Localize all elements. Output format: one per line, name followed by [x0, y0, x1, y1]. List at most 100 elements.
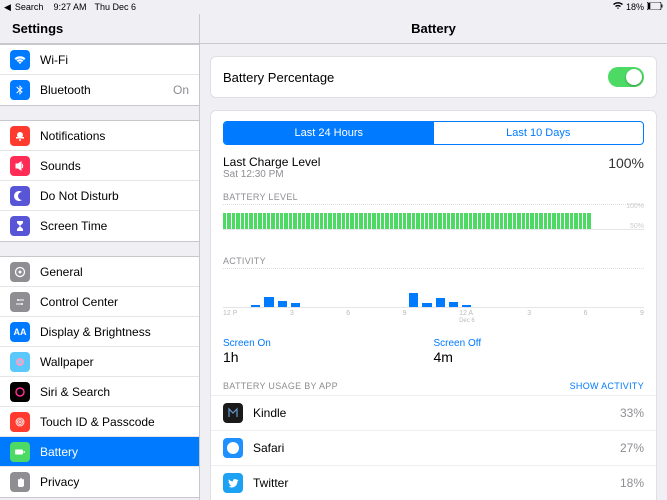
- sidebar-item-dnd[interactable]: Do Not Disturb: [0, 181, 199, 211]
- activity-bar: [291, 303, 300, 307]
- app-usage-row[interactable]: Safari27%: [211, 430, 656, 465]
- battery-level-bar: [236, 213, 239, 229]
- privacy-icon: [10, 472, 30, 492]
- battery-level-bar: [284, 213, 287, 229]
- screen-off-value: 4m: [434, 349, 645, 365]
- settings-sidebar: Settings Wi-Fi BluetoothOn Notifications So…: [0, 14, 200, 500]
- sidebar-item-siri[interactable]: Siri & Search: [0, 377, 199, 407]
- activity-bar: [409, 293, 418, 307]
- sidebar-item-label: Sounds: [40, 159, 189, 173]
- notifications-icon: [10, 126, 30, 146]
- show-activity-button[interactable]: SHOW ACTIVITY: [570, 381, 644, 391]
- battery-level-bar: [473, 213, 476, 229]
- activity-axis-tick: 3: [290, 310, 294, 324]
- battery-level-bar: [232, 213, 235, 229]
- app-pct: 33%: [620, 406, 644, 420]
- general-icon: [10, 262, 30, 282]
- battery-level-bar: [381, 213, 384, 229]
- battery-level-bar: [346, 213, 349, 229]
- battery-percentage-card: Battery Percentage: [210, 56, 657, 98]
- battery-level-bar: [535, 213, 538, 229]
- sidebar-title: Settings: [0, 14, 199, 44]
- sidebar-item-label: Screen Time: [40, 219, 189, 233]
- battery-level-bar: [359, 213, 362, 229]
- app-usage-row[interactable]: Twitter18%: [211, 465, 656, 500]
- battery-level-bar: [570, 213, 573, 229]
- battery-percentage-toggle[interactable]: [608, 67, 644, 87]
- app-icon: [223, 473, 243, 493]
- battery-level-chart[interactable]: 100%50%: [223, 204, 644, 248]
- battery-level-bar: [350, 213, 353, 229]
- battery-level-bar: [372, 213, 375, 229]
- screen-on-label: Screen On: [223, 338, 434, 349]
- battery-level-bar: [355, 213, 358, 229]
- battery-level-bar: [447, 213, 450, 229]
- battery-level-label: BATTERY LEVEL: [211, 188, 656, 204]
- segment-24h[interactable]: Last 24 Hours: [224, 122, 434, 144]
- sidebar-item-wifi[interactable]: Wi-Fi: [0, 45, 199, 75]
- battery-level-bar: [271, 213, 274, 229]
- battery-level-bar: [302, 213, 305, 229]
- battery-level-bar: [530, 213, 533, 229]
- sidebar-item-control-center[interactable]: Control Center: [0, 287, 199, 317]
- activity-chart[interactable]: 12 P36912 ADec 6369: [223, 268, 644, 328]
- segment-10d[interactable]: Last 10 Days: [434, 122, 644, 144]
- sidebar-item-label: Notifications: [40, 129, 189, 143]
- sidebar-item-label: Touch ID & Passcode: [40, 415, 189, 429]
- battery-level-bar: [434, 213, 437, 229]
- sidebar-item-general[interactable]: General: [0, 257, 199, 287]
- sidebar-item-label: Wi-Fi: [40, 53, 189, 67]
- battery-level-bar: [263, 213, 266, 229]
- sidebar-item-battery[interactable]: Battery: [0, 437, 199, 467]
- battery-level-bar: [306, 213, 309, 229]
- battery-level-bar: [504, 213, 507, 229]
- app-usage-row[interactable]: Kindle33%: [211, 395, 656, 430]
- battery-level-bar: [267, 213, 270, 229]
- battery-level-bar: [254, 213, 257, 229]
- sidebar-item-screen-time[interactable]: Screen Time: [0, 211, 199, 241]
- status-bar: ◀ Search 9:27 AM Thu Dec 6 18%: [0, 0, 667, 14]
- sidebar-item-wallpaper[interactable]: Wallpaper: [0, 347, 199, 377]
- battery-level-bar: [482, 213, 485, 229]
- battery-level-bar: [324, 213, 327, 229]
- battery-level-bar: [315, 213, 318, 229]
- sidebar-item-label: Bluetooth: [40, 83, 173, 97]
- battery-level-bar: [469, 213, 472, 229]
- sidebar-item-notifications[interactable]: Notifications: [0, 121, 199, 151]
- sidebar-item-label: Do Not Disturb: [40, 189, 189, 203]
- battery-level-bar: [364, 213, 367, 229]
- sidebar-item-touchid[interactable]: Touch ID & Passcode: [0, 407, 199, 437]
- battery-level-bar: [390, 213, 393, 229]
- sidebar-item-privacy[interactable]: Privacy: [0, 467, 199, 497]
- battery-level-bar: [394, 213, 397, 229]
- battery-level-bar: [429, 213, 432, 229]
- status-battery-pct: 18%: [626, 2, 644, 12]
- battery-level-bar: [557, 213, 560, 229]
- battery-level-bar: [227, 213, 230, 229]
- activity-axis-tick: 6: [584, 310, 588, 324]
- battery-level-bar: [548, 213, 551, 229]
- main-pane: Battery Battery Percentage Last 24 Hours…: [200, 14, 667, 500]
- sidebar-item-bluetooth[interactable]: BluetoothOn: [0, 75, 199, 105]
- battery-level-bar: [412, 213, 415, 229]
- activity-axis-tick: 9: [640, 310, 644, 324]
- battery-level-bar: [399, 213, 402, 229]
- status-back-label[interactable]: Search: [15, 2, 44, 12]
- back-chevron-icon[interactable]: ◀: [4, 2, 11, 13]
- battery-level-bar: [337, 213, 340, 229]
- time-range-segmented[interactable]: Last 24 Hours Last 10 Days: [223, 121, 644, 145]
- activity-label: ACTIVITY: [211, 252, 656, 268]
- last-charge-time: Sat 12:30 PM: [223, 169, 320, 180]
- app-name: Kindle: [253, 406, 620, 420]
- sidebar-item-display[interactable]: AADisplay & Brightness: [0, 317, 199, 347]
- battery-stats-card: Last 24 Hours Last 10 Days Last Charge L…: [210, 110, 657, 500]
- sidebar-item-sounds[interactable]: Sounds: [0, 151, 199, 181]
- battery-level-bar: [443, 213, 446, 229]
- display-icon: AA: [10, 322, 30, 342]
- battery-level-bar: [539, 213, 542, 229]
- battery-level-bar: [249, 213, 252, 229]
- battery-level-bar: [565, 213, 568, 229]
- wallpaper-icon: [10, 352, 30, 372]
- battery-level-bar: [574, 213, 577, 229]
- battery-level-bar: [320, 213, 323, 229]
